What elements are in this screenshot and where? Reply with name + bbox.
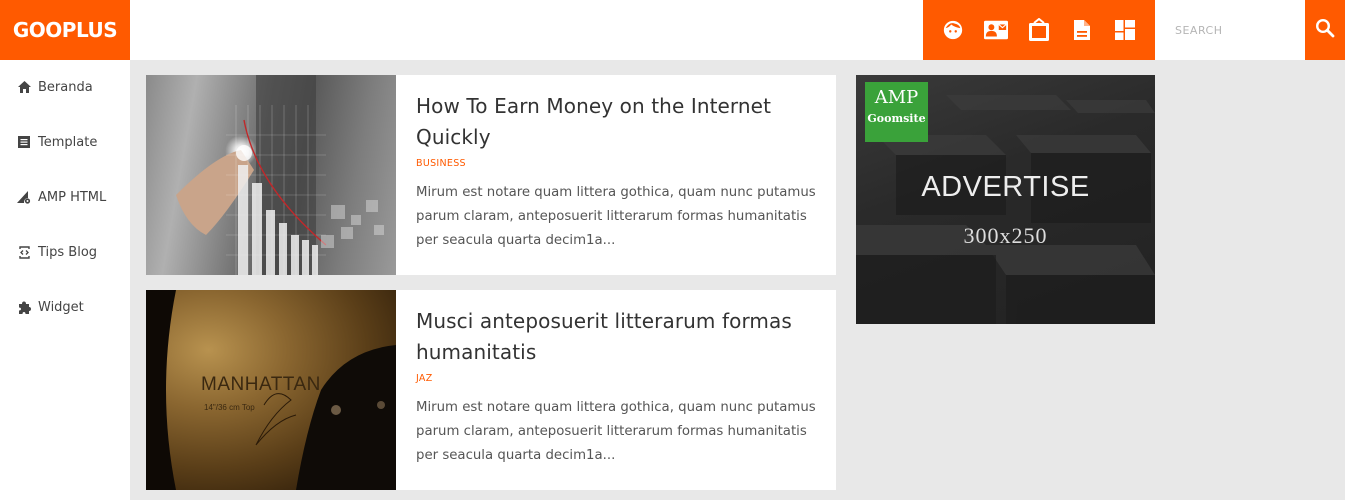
sidebar-item-beranda[interactable]: Beranda (0, 60, 130, 115)
post-card: How To Earn Money on the Internet Quickl… (146, 75, 836, 275)
search-icon (1315, 18, 1335, 42)
top-bar: GOOPLUS (0, 0, 1345, 60)
post-excerpt: Mirum est notare quam littera gothica, q… (416, 185, 816, 248)
post-category[interactable]: JAZ (416, 373, 816, 384)
sidebar-item-tips-blog[interactable]: Tips Blog (0, 225, 130, 280)
manhattan-jazz-cymbal-image: MANHATTAN 14"/36 cm Top (146, 290, 396, 490)
list-icon (17, 135, 31, 149)
sidebar-item-label: Tips Blog (38, 244, 98, 260)
badge-line2: Goomsite (867, 112, 926, 125)
sidebar-item-label: Beranda (38, 79, 93, 95)
sidebar: Beranda Template AMP HTML Tips Blog Widg… (0, 60, 130, 500)
site-logo[interactable]: GOOPLUS (0, 0, 130, 60)
dashboard-icon[interactable] (1113, 18, 1137, 42)
code-icon (17, 245, 31, 259)
sidebar-item-template[interactable]: Template (0, 115, 130, 170)
face-icon[interactable] (941, 18, 965, 42)
puzzle-icon (17, 300, 31, 314)
search-input[interactable] (1155, 0, 1305, 60)
amp-goomsite-badge: AMP Goomsite (865, 82, 928, 142)
contact-mail-icon[interactable] (983, 18, 1008, 42)
home-icon (17, 80, 31, 94)
header-icon-bar (923, 0, 1155, 60)
document-icon[interactable] (1070, 18, 1094, 42)
sidebar-item-amp-html[interactable]: AMP HTML (0, 170, 130, 225)
post-card: MANHATTAN 14"/36 cm Top Musci anteposuer… (146, 290, 836, 490)
business-chart-image (176, 75, 384, 275)
cymbal-brand-text: MANHATTAN (201, 374, 321, 395)
post-body: How To Earn Money on the Internet Quickl… (396, 75, 836, 275)
post-title[interactable]: Musci anteposuerit litterarum formas hum… (416, 306, 816, 368)
post-excerpt: Mirum est notare quam littera gothica, q… (416, 400, 816, 463)
cymbal-spec-text: 14"/36 cm Top (204, 403, 255, 412)
ad-headline: ADVERTISE (921, 171, 1090, 203)
search-box (1155, 0, 1305, 60)
post-body: Musci anteposuerit litterarum formas hum… (396, 290, 836, 490)
ad-size: 300x250 (963, 223, 1048, 248)
advertise-banner[interactable]: AMP Goomsite ADVERTISE 300x250 (856, 75, 1155, 324)
sidebar-item-widget[interactable]: Widget (0, 280, 130, 335)
badge-line1: AMP (874, 87, 919, 108)
search-button[interactable] (1305, 0, 1345, 60)
sidebar-item-label: Widget (38, 299, 84, 315)
tv-icon[interactable] (1027, 18, 1051, 42)
post-category[interactable]: BUSINESS (416, 158, 816, 169)
signal-settings-icon (17, 190, 31, 204)
post-thumbnail-business[interactable] (146, 75, 396, 275)
sidebar-item-label: AMP HTML (38, 189, 107, 205)
post-title[interactable]: How To Earn Money on the Internet Quickl… (416, 91, 816, 153)
post-thumbnail-jazz[interactable]: MANHATTAN 14"/36 cm Top (146, 290, 396, 490)
sidebar-item-label: Template (38, 134, 98, 150)
